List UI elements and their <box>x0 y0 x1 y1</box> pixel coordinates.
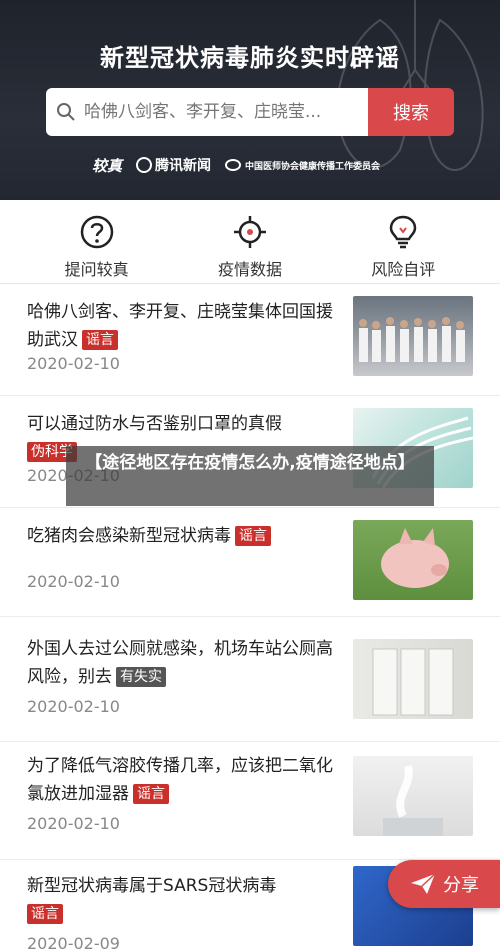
page-title: 新型冠状病毒肺炎实时辟谣 <box>100 44 400 72</box>
article-title: 吃猪肉会感染新型冠状病毒 <box>27 526 231 546</box>
article-date: 2020-02-10 <box>27 814 120 833</box>
share-button[interactable]: 分享 <box>388 860 500 908</box>
share-label: 分享 <box>443 875 479 896</box>
status-badge: 谣言 <box>27 904 63 924</box>
article-thumbnail <box>353 756 473 836</box>
tencent-logo-icon <box>136 157 153 173</box>
article-date: 2020-02-10 <box>27 354 120 373</box>
association-logo-icon <box>225 159 242 171</box>
quick-action-risk[interactable]: 风险自评 <box>343 214 463 283</box>
article-title-wrap: 吃猪肉会感染新型冠状病毒 谣言 <box>27 522 337 550</box>
restroom-image <box>372 648 454 716</box>
article-title: 哈佛八剑客、李开复、庄晓莹集体回国援助武汉 <box>27 302 333 350</box>
bulb-icon <box>390 215 417 249</box>
article-list: 哈佛八剑客、李开复、庄晓莹集体回国援助武汉 谣言 2020-02-10 可以通过防… <box>0 284 500 951</box>
article-thumbnail <box>353 639 473 719</box>
article-title: 可以通过防水与否鉴别口罩的真假 <box>27 414 282 434</box>
list-item[interactable]: 外国人去过公厕就感染，机场车站公厕高风险，别去 有失实 2020-02-10 <box>0 617 500 742</box>
paper-plane-icon <box>411 873 436 894</box>
physician-association-logo: 中国医师协会健康传播工作委员会 <box>225 159 380 172</box>
overlay-caption: 【途径地区存在疫情怎么办,疫情途径地点】 <box>66 446 434 506</box>
status-badge: 谣言 <box>82 330 118 350</box>
article-thumbnail <box>353 520 473 600</box>
article-title-wrap: 为了降低气溶胶传播几率，应该把二氧化氯放进加湿器 谣言 <box>27 752 337 808</box>
tencent-news-label: 腾讯新闻 <box>155 158 212 174</box>
search-bar: 搜索 <box>46 88 454 136</box>
search-button[interactable]: 搜索 <box>368 88 454 136</box>
article-title: 为了降低气溶胶传播几率，应该把二氧化氯放进加湿器 <box>27 756 333 804</box>
list-item[interactable]: 吃猪肉会感染新型冠状病毒 谣言 2020-02-10 <box>0 508 500 617</box>
article-title: 新型冠状病毒属于SARS冠状病毒 <box>27 876 277 896</box>
search-icon <box>57 103 75 121</box>
quick-action-ask[interactable]: 提问较真 <box>37 214 157 283</box>
quick-action-label: 提问较真 <box>64 260 129 279</box>
question-icon <box>80 215 113 249</box>
status-badge: 谣言 <box>235 526 271 546</box>
article-title-wrap: 新型冠状病毒属于SARS冠状病毒 谣言 <box>27 872 337 928</box>
quick-actions: 提问较真 疫情数据 风险自评 <box>0 200 500 284</box>
article-date: 2020-02-09 <box>27 934 120 951</box>
article-title-wrap: 外国人去过公厕就感染，机场车站公厕高风险，别去 有失实 <box>27 635 337 691</box>
article-date: 2020-02-10 <box>27 572 120 591</box>
article-title: 外国人去过公厕就感染，机场车站公厕高风险，别去 <box>27 639 333 687</box>
partner-logos: 较真 腾讯新闻 中国医师协会健康传播工作委员会 <box>92 152 412 178</box>
tencent-news-logo: 腾讯新闻 <box>136 155 211 175</box>
quick-action-label: 风险自评 <box>371 260 436 279</box>
header-banner: 新型冠状病毒肺炎实时辟谣 搜索 较真 腾讯新闻 中国医师协会健康传播工作委员会 <box>0 0 500 200</box>
article-title-wrap: 哈佛八剑客、李开复、庄晓莹集体回国援助武汉 谣言 <box>27 298 337 354</box>
virus-icon <box>233 216 266 248</box>
list-item[interactable]: 为了降低气溶胶传播几率，应该把二氧化氯放进加湿器 谣言 2020-02-10 <box>0 742 500 860</box>
status-badge: 谣言 <box>133 784 169 804</box>
doctors-group-image <box>359 317 465 362</box>
search-field[interactable] <box>46 88 368 136</box>
humidifier-image <box>383 765 443 836</box>
status-badge: 有失实 <box>116 667 166 687</box>
quick-action-label: 疫情数据 <box>217 260 282 279</box>
association-label: 中国医师协会健康传播工作委员会 <box>245 161 381 172</box>
article-date: 2020-02-10 <box>27 697 120 716</box>
quick-action-data[interactable]: 疫情数据 <box>190 214 310 283</box>
article-thumbnail <box>353 296 473 376</box>
list-item[interactable]: 哈佛八剑客、李开复、庄晓莹集体回国援助武汉 谣言 2020-02-10 <box>0 284 500 396</box>
search-input[interactable] <box>84 102 364 122</box>
piglet-image <box>381 528 449 588</box>
jiaozhen-logo: 较真 <box>92 156 123 175</box>
